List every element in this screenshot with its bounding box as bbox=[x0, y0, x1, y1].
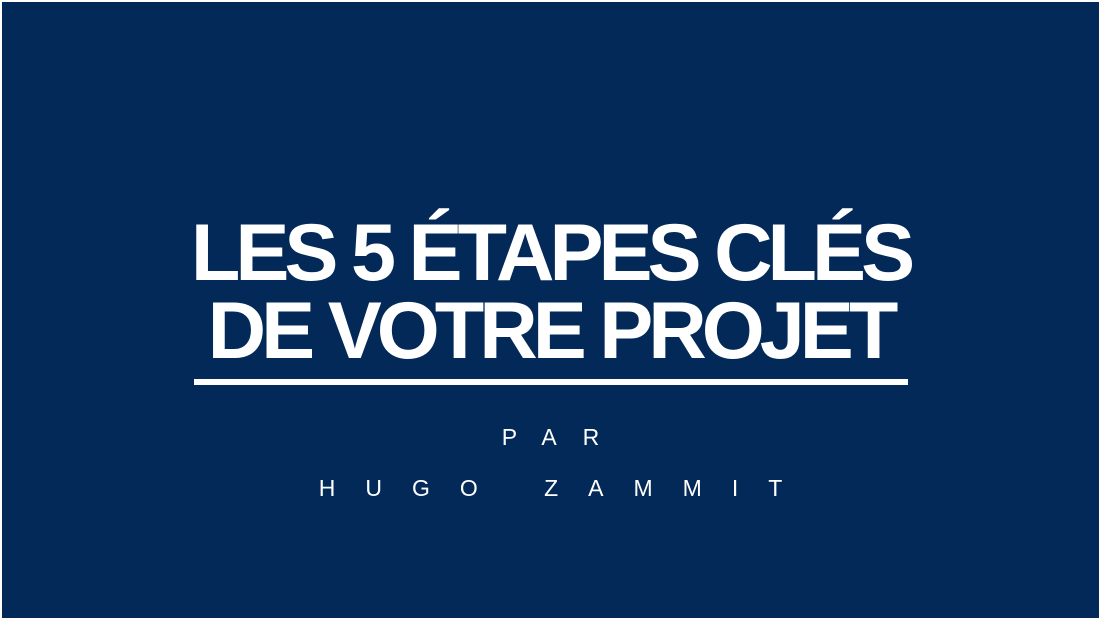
title-line-1: LES 5 ÉTAPES CLÉS bbox=[190, 208, 915, 298]
title-slide: LES 5 ÉTAPES CLÉS DE VOTRE PROJET PAR HU… bbox=[2, 2, 1099, 618]
title-underline-divider bbox=[194, 379, 908, 385]
byline-prefix: PAR bbox=[501, 424, 626, 450]
title-line-2: DE VOTRE PROJET bbox=[207, 286, 899, 376]
author-name: HUGO ZAMMIT bbox=[318, 475, 813, 501]
